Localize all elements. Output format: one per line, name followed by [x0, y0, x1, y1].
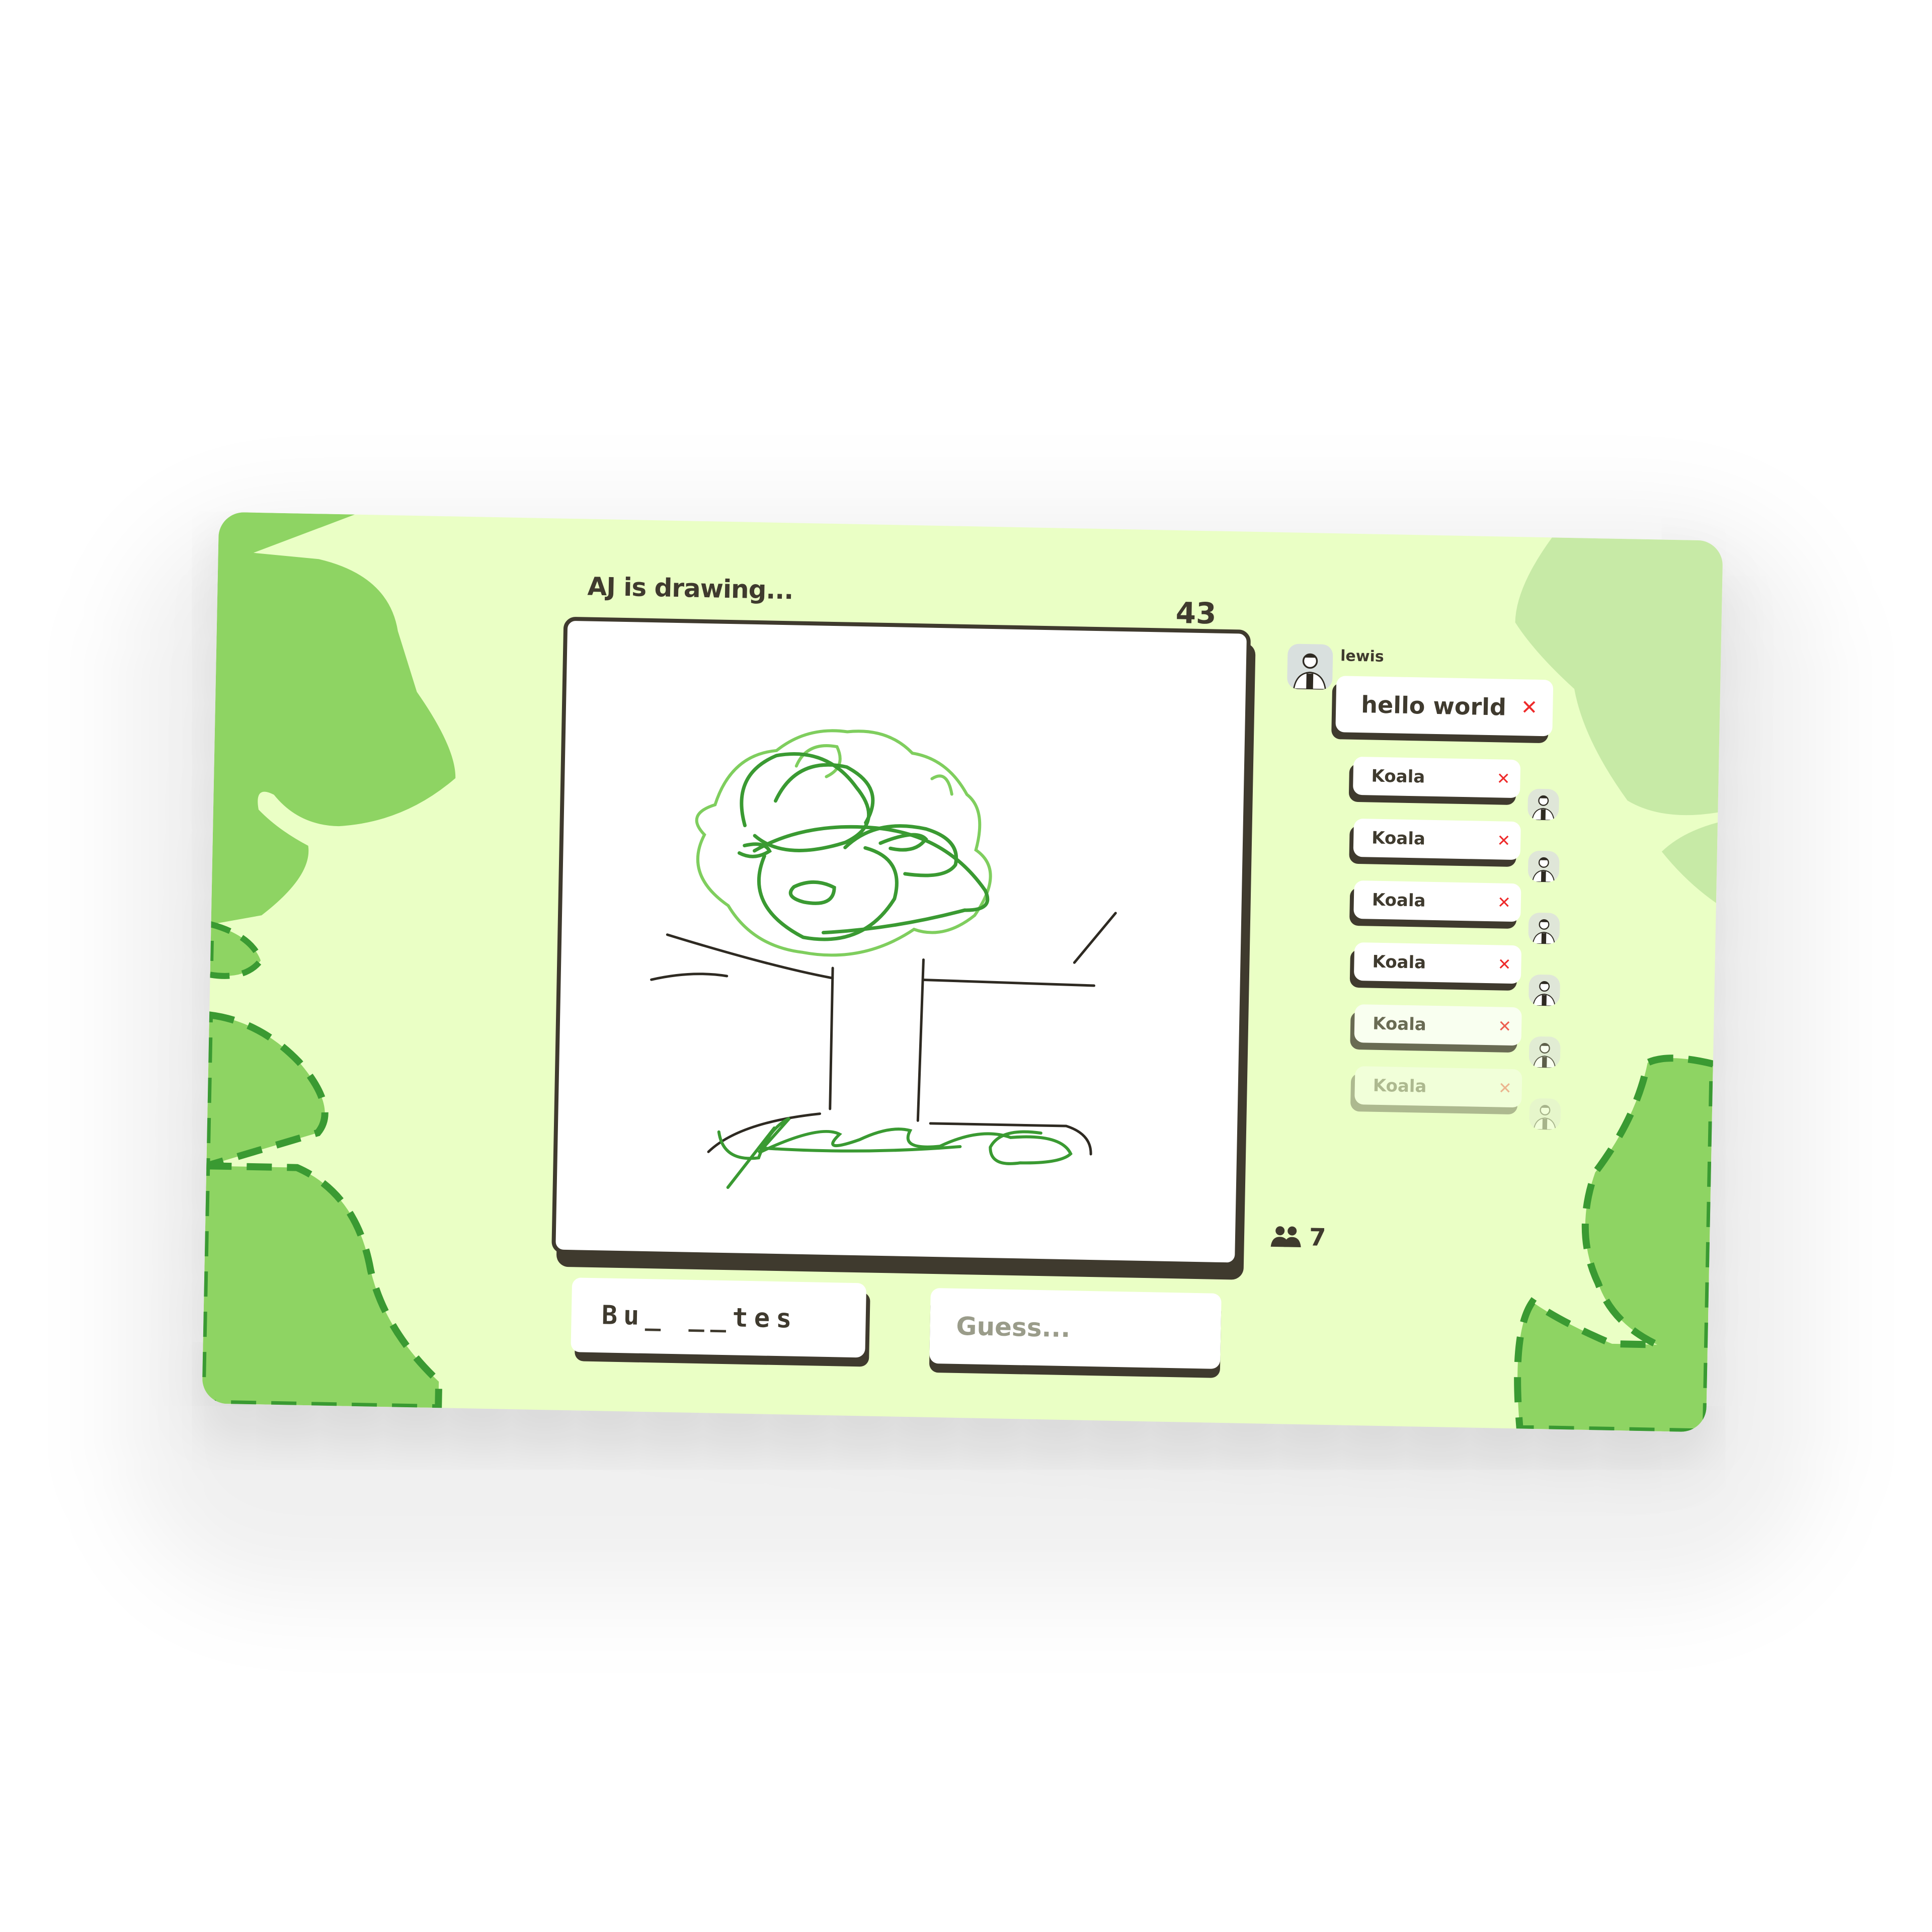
close-icon[interactable]: ✕: [1497, 893, 1511, 912]
leaf-shape: [203, 1011, 329, 1171]
guess-text: Koala: [1372, 890, 1426, 911]
guess-text: Koala: [1372, 1013, 1427, 1035]
person-icon: [1532, 857, 1555, 882]
close-icon[interactable]: ✕: [1520, 696, 1538, 719]
guess-message: Koala ✕: [1354, 1066, 1522, 1108]
guess-text: Koala: [1371, 766, 1425, 787]
guess-message: Koala ✕: [1354, 1004, 1522, 1046]
users-icon: [1270, 1226, 1301, 1248]
drawer-status: AJ is drawing...: [587, 572, 793, 605]
guess-avatar: [1529, 1098, 1561, 1130]
tree-trunk-branches: [650, 912, 1117, 1156]
close-icon[interactable]: ✕: [1497, 831, 1511, 850]
person-icon: [1293, 653, 1326, 690]
grass-scribble: [717, 1116, 1073, 1189]
person-icon: [1533, 1043, 1556, 1068]
leaf-shape: [207, 920, 264, 979]
game-card: AJ is drawing... 43 lewis hello world ✕ …: [202, 512, 1723, 1432]
close-icon[interactable]: ✕: [1498, 1016, 1512, 1036]
chat-username: lewis: [1340, 647, 1385, 666]
guess-message: Koala ✕: [1352, 756, 1521, 798]
avatar-lewis: [1286, 643, 1333, 690]
guess-avatar: [1528, 1036, 1561, 1068]
person-icon: [1532, 919, 1556, 944]
tree-crown-dark: [737, 752, 990, 941]
guess-avatar: [1528, 974, 1561, 1006]
close-icon[interactable]: ✕: [1497, 954, 1511, 974]
guess-message: Koala ✕: [1353, 880, 1521, 922]
close-icon[interactable]: ✕: [1498, 1078, 1512, 1098]
round-timer: 43: [1175, 596, 1217, 631]
leaf-shape: [211, 512, 456, 925]
person-icon: [1533, 981, 1556, 1006]
guess-avatar: [1528, 912, 1560, 944]
chat-message-latest: hello world ✕: [1335, 676, 1554, 737]
player-count-value: 7: [1309, 1223, 1326, 1252]
close-icon[interactable]: ✕: [1496, 769, 1510, 788]
guess-text: Koala: [1371, 828, 1426, 849]
guess-message: Koala ✕: [1353, 818, 1521, 860]
player-count: 7: [1269, 1223, 1326, 1252]
drawing-canvas[interactable]: [551, 616, 1251, 1267]
guess-text: Koala: [1373, 1075, 1427, 1097]
guess-input[interactable]: [929, 1287, 1222, 1369]
leaf-shape: [1661, 822, 1718, 903]
guess-avatar: [1527, 850, 1560, 882]
guess-text: Koala: [1372, 951, 1426, 973]
leaf-shape: [1515, 537, 1723, 816]
chat-message-text: hello world: [1360, 691, 1507, 721]
word-hint: Bu_ __tes: [571, 1277, 867, 1358]
person-icon: [1532, 795, 1555, 821]
tree-drawing: [650, 729, 1117, 1189]
person-icon: [1533, 1105, 1556, 1130]
leaf-shape: [202, 1162, 443, 1412]
guess-avatar: [1527, 788, 1560, 821]
guess-message: Koala ✕: [1353, 942, 1522, 984]
